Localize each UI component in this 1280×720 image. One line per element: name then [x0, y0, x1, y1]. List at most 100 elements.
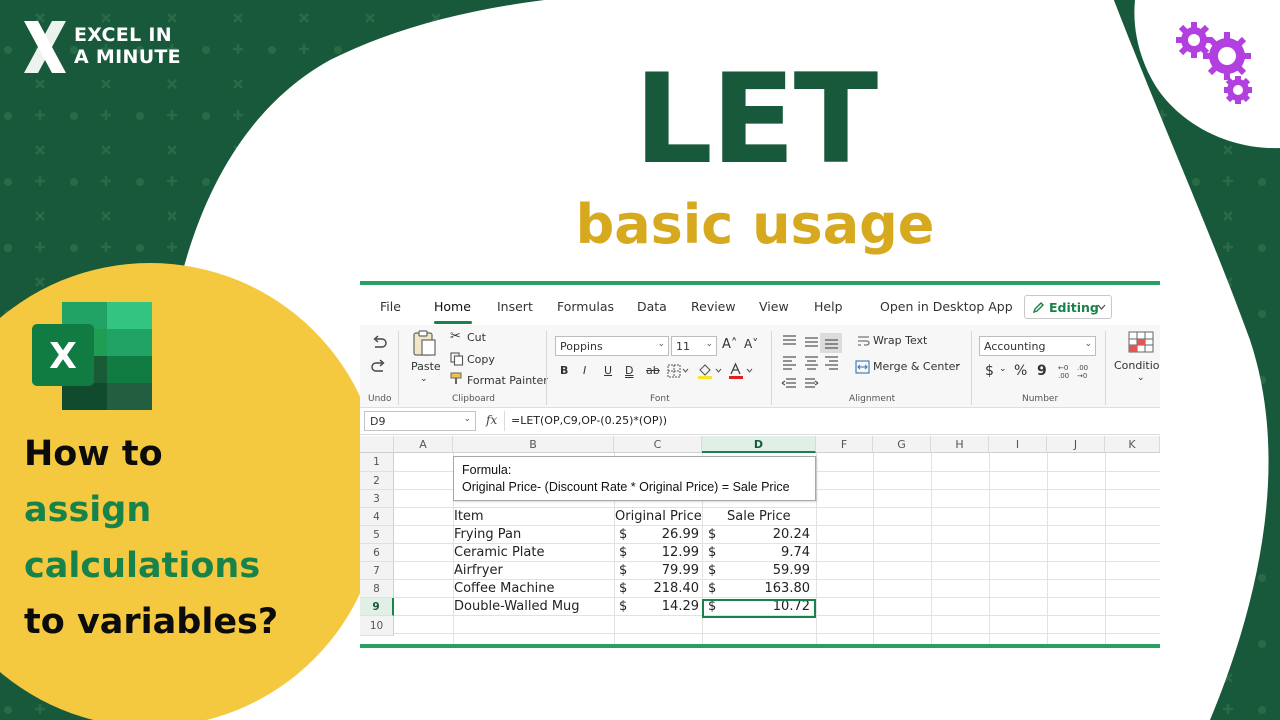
formula-input[interactable]: =LET(OP,C9,OP-(0.25)*(OP)) [511, 414, 667, 427]
comma-format-button[interactable]: 9 [1037, 363, 1047, 379]
column-header-d[interactable]: D [702, 436, 816, 453]
title-main: LET [633, 48, 878, 192]
column-header-b[interactable]: B [453, 436, 614, 453]
conditional-dropdown-chevron-icon[interactable]: ⌄ [1137, 373, 1145, 383]
tab-formulas[interactable]: Formulas [557, 299, 614, 314]
open-desktop-app-button[interactable]: Open in Desktop App [880, 299, 1013, 314]
paste-button[interactable]: Paste [411, 360, 441, 373]
underline-button[interactable]: U [604, 364, 612, 377]
cell-original-price[interactable]: 12.99 [614, 544, 699, 562]
row-header-10[interactable]: 10 [360, 616, 394, 636]
percent-format-button[interactable]: % [1014, 363, 1027, 379]
cell-original-price[interactable]: 218.40 [614, 580, 700, 598]
tab-file[interactable]: File [380, 299, 401, 314]
wrap-text-button[interactable]: Wrap Text [873, 334, 927, 347]
undo-icon[interactable] [370, 335, 388, 351]
formula-bar: D9 ⌄ fx =LET(OP,C9,OP-(0.25)*(OP)) [360, 408, 1160, 435]
separator [398, 331, 399, 405]
selected-cell-d9[interactable] [702, 599, 816, 618]
conditional-formatting-icon[interactable] [1128, 331, 1154, 353]
copy-button[interactable]: Copy [467, 353, 495, 366]
row-header-5[interactable]: 5 [360, 526, 394, 544]
cell-item[interactable]: Ceramic Plate [454, 544, 544, 562]
font-color-icon[interactable] [728, 362, 754, 380]
column-header-h[interactable]: H [931, 436, 989, 453]
decrease-font-icon[interactable]: A˅ [744, 337, 758, 351]
brand-name: EXCEL IN A MINUTE [74, 24, 181, 68]
cell-sale-price[interactable]: 59.99 [702, 562, 810, 580]
cell-item[interactable]: Double-Walled Mug [454, 598, 580, 616]
column-header-g[interactable]: G [873, 436, 931, 453]
number-format-dropdown[interactable]: Accounting ⌄ [979, 336, 1096, 356]
cell-item[interactable]: Frying Pan [454, 526, 521, 544]
currency-dropdown-chevron-icon[interactable]: ⌄ [999, 364, 1007, 374]
paste-icon[interactable] [410, 329, 438, 357]
row-header-1[interactable]: 1 [360, 453, 394, 472]
question-line-4: to variables? [24, 602, 279, 642]
brand-line-1: EXCEL IN [74, 24, 172, 46]
font-size-dropdown[interactable]: 11 ⌄ [671, 336, 717, 356]
row-header-8[interactable]: 8 [360, 580, 394, 598]
row-header-2[interactable]: 2 [360, 472, 394, 490]
question-line-2: assign [24, 490, 152, 530]
tab-insert[interactable]: Insert [497, 299, 533, 314]
alignment-group-label: Alignment [849, 394, 896, 404]
tab-help[interactable]: Help [814, 299, 843, 314]
borders-icon[interactable] [667, 364, 689, 378]
svg-text:.00: .00 [1058, 372, 1069, 380]
font-name-dropdown[interactable]: Poppins ⌄ [555, 336, 669, 356]
fill-color-icon[interactable] [697, 362, 723, 380]
conditional-formatting-button[interactable]: Condition [1114, 359, 1160, 372]
cell-sale-price[interactable]: 20.24 [702, 526, 810, 544]
bold-button[interactable]: B [560, 364, 568, 377]
fx-button[interactable]: fx [480, 411, 505, 431]
cell-original-price[interactable]: 26.99 [614, 526, 699, 544]
tab-home[interactable]: Home [434, 299, 471, 314]
tab-data[interactable]: Data [637, 299, 667, 314]
row-header-4[interactable]: 4 [360, 508, 394, 526]
cell-sale-price[interactable]: 9.74 [702, 544, 810, 562]
currency-format-button[interactable]: $ [985, 363, 994, 379]
tab-view[interactable]: View [759, 299, 789, 314]
merge-dropdown-chevron-icon[interactable]: ⌄ [954, 359, 962, 369]
column-header-f[interactable]: F [816, 436, 873, 453]
select-all-corner[interactable] [360, 436, 394, 453]
merge-center-button[interactable]: Merge & Center [873, 360, 960, 373]
row-header-7[interactable]: 7 [360, 562, 394, 580]
column-header-c[interactable]: C [614, 436, 702, 453]
column-header-i[interactable]: I [989, 436, 1047, 453]
merge-center-icon [855, 360, 870, 374]
column-header-k[interactable]: K [1105, 436, 1160, 453]
row-header-9[interactable]: 9 [360, 598, 394, 616]
italic-button[interactable]: I [583, 364, 586, 377]
column-header-j[interactable]: J [1047, 436, 1105, 453]
strikethrough-button[interactable]: ab [646, 364, 660, 377]
cell-item[interactable]: Airfryer [454, 562, 503, 580]
header-original-price[interactable]: Original Price [615, 508, 702, 526]
tab-review[interactable]: Review [691, 299, 736, 314]
cell-original-price[interactable]: 14.29 [614, 598, 699, 616]
excel-window: File Home Insert Formulas Data Review Vi… [360, 281, 1160, 648]
cell-item[interactable]: Coffee Machine [454, 580, 555, 598]
paste-dropdown-chevron-icon[interactable]: ⌄ [420, 374, 428, 384]
row-header-6[interactable]: 6 [360, 544, 394, 562]
row-header-3[interactable]: 3 [360, 490, 394, 508]
editing-mode-button[interactable]: Editing [1024, 295, 1112, 319]
column-header-a[interactable]: A [394, 436, 453, 453]
formula-note-box: Formula: Original Price- (Discount Rate … [453, 456, 816, 501]
format-painter-button[interactable]: Format Painter [467, 374, 548, 387]
decimal-adjust-icons[interactable]: ←0 .00 .00 →0 [1055, 362, 1095, 380]
cut-button[interactable]: Cut [467, 331, 486, 344]
increase-font-icon[interactable]: A˄ [722, 337, 737, 352]
cut-icon: ✂ [450, 329, 461, 344]
x-logo-icon [24, 21, 66, 73]
alignment-icons[interactable] [780, 331, 846, 393]
header-item[interactable]: Item [454, 508, 484, 526]
cell-original-price[interactable]: 79.99 [614, 562, 699, 580]
redo-icon[interactable] [370, 359, 388, 375]
double-underline-button[interactable]: D [625, 364, 633, 377]
cell-sale-price[interactable]: 163.80 [702, 580, 811, 598]
chevron-down-icon [1097, 304, 1106, 310]
header-sale-price[interactable]: Sale Price [727, 508, 791, 526]
name-box[interactable]: D9 ⌄ [364, 411, 476, 431]
